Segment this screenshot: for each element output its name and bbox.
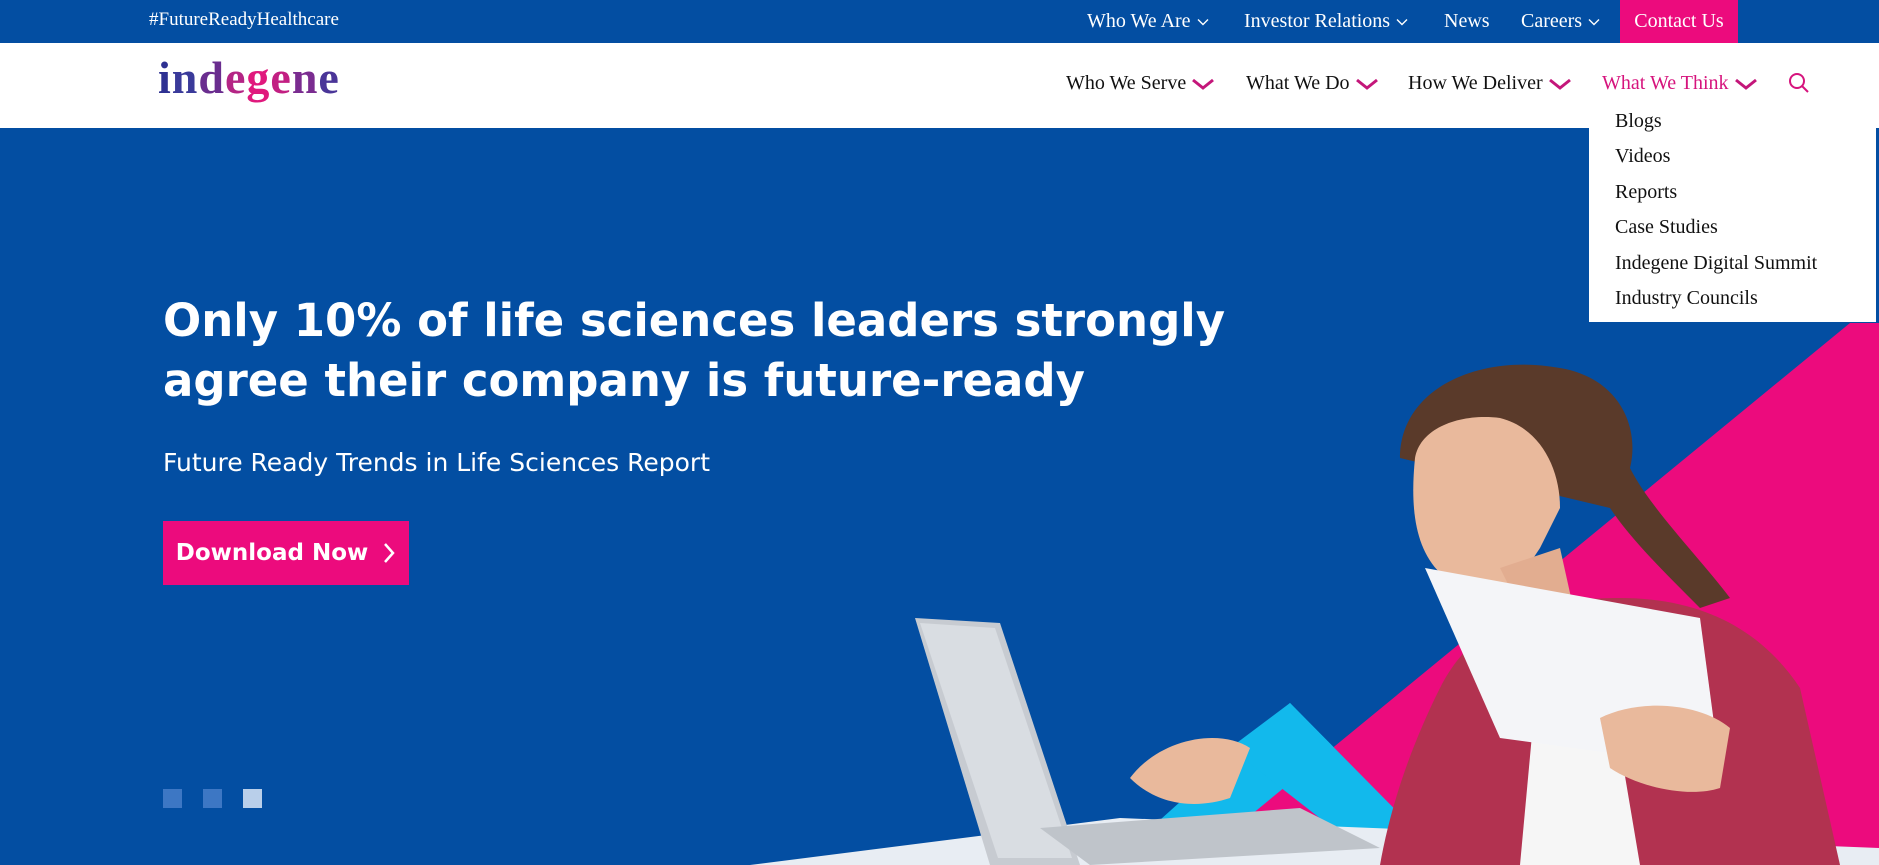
hero-headline-line: Only 10% of life sciences leaders strong…: [163, 294, 1226, 347]
hero-headline-line: agree their company is future-ready: [163, 354, 1085, 407]
top-nav-investor-relations[interactable]: Investor Relations: [1244, 10, 1408, 33]
dropdown-item-industry-councils[interactable]: Industry Councils: [1615, 287, 1758, 310]
top-nav-label: Investor Relations: [1244, 10, 1391, 32]
top-nav-label: Who We Are: [1087, 10, 1191, 32]
hero-headline: Only 10% of life sciences leaders strong…: [163, 291, 1226, 411]
chevron-down-icon: [1588, 18, 1600, 25]
nav-who-we-serve[interactable]: Who We Serve: [1066, 72, 1216, 95]
indegene-logo[interactable]: indegene: [158, 51, 340, 104]
carousel-indicators: [163, 789, 262, 808]
contact-us-button[interactable]: Contact Us: [1620, 0, 1738, 43]
hero-subheadline: Future Ready Trends in Life Sciences Rep…: [163, 448, 711, 477]
top-nav-label: News: [1444, 10, 1490, 32]
carousel-dot-active[interactable]: [243, 789, 262, 808]
hashtag-link[interactable]: #FutureReadyHealthcare: [149, 9, 339, 31]
nav-what-we-do[interactable]: What We Do: [1246, 72, 1380, 95]
nav-what-we-think[interactable]: What We Think: [1602, 72, 1759, 95]
dropdown-item-indegene-digital-summit[interactable]: Indegene Digital Summit: [1615, 252, 1817, 275]
chevron-down-icon: [1548, 78, 1571, 90]
top-nav-label: Careers: [1521, 10, 1583, 32]
what-we-think-dropdown: Blogs Videos Reports Case Studies Indege…: [1589, 103, 1876, 322]
nav-label: How We Deliver: [1408, 72, 1543, 94]
dropdown-item-reports[interactable]: Reports: [1615, 181, 1677, 204]
nav-label: What We Do: [1246, 72, 1350, 94]
top-nav-who-we-are[interactable]: Who We Are: [1087, 10, 1209, 33]
chevron-down-icon: [1197, 18, 1209, 25]
top-nav-careers[interactable]: Careers: [1521, 10, 1600, 33]
download-now-button[interactable]: Download Now: [163, 521, 409, 585]
dropdown-item-case-studies[interactable]: Case Studies: [1615, 216, 1718, 239]
chevron-right-icon: [384, 543, 395, 563]
top-nav-news[interactable]: News: [1444, 10, 1490, 33]
nav-label: Who We Serve: [1066, 72, 1187, 94]
dropdown-item-videos[interactable]: Videos: [1615, 145, 1670, 168]
search-icon[interactable]: [1787, 71, 1811, 95]
dropdown-item-blogs[interactable]: Blogs: [1615, 110, 1662, 133]
carousel-dot[interactable]: [203, 789, 222, 808]
nav-how-we-deliver[interactable]: How We Deliver: [1408, 72, 1573, 95]
chevron-down-icon: [1396, 18, 1408, 25]
page: #FutureReadyHealthcare Who We Are Invest…: [0, 0, 1879, 865]
carousel-dot[interactable]: [163, 789, 182, 808]
chevron-down-icon: [1355, 78, 1378, 90]
download-now-label: Download Now: [175, 540, 369, 566]
top-utility-bar: #FutureReadyHealthcare Who We Are Invest…: [0, 0, 1879, 43]
chevron-down-icon: [1192, 78, 1215, 90]
nav-label: What We Think: [1602, 72, 1729, 94]
chevron-down-icon: [1734, 78, 1757, 90]
